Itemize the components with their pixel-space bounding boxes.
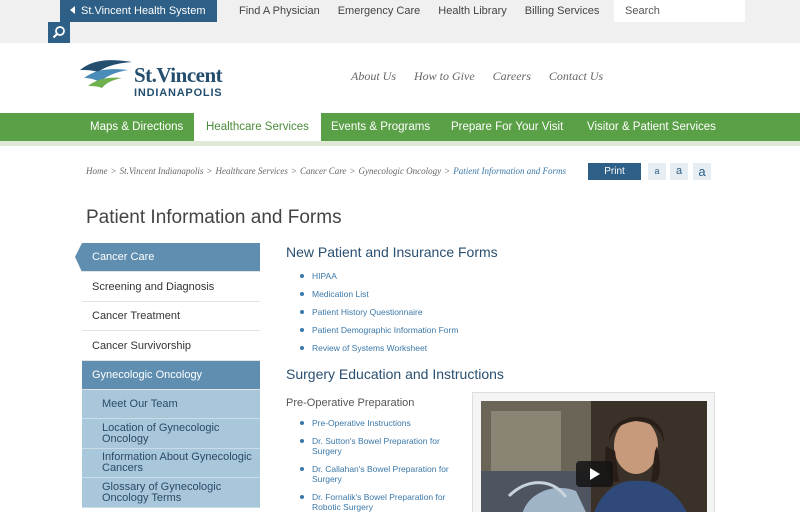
breadcrumb-cancer-care[interactable]: Cancer Care [300, 166, 346, 176]
link-hipaa[interactable]: HIPAA [300, 271, 458, 281]
nav-item-healthcare-services[interactable]: Healthcare Services [194, 113, 321, 143]
link-review-of-systems[interactable]: Review of Systems Worksheet [300, 343, 458, 353]
video-player[interactable] [481, 401, 707, 512]
main-nav: Maps & Directions Healthcare Services Ev… [0, 113, 800, 143]
health-system-label: St.Vincent Health System [81, 5, 206, 17]
print-button[interactable]: Print [588, 163, 641, 180]
link-medication-list[interactable]: Medication List [300, 289, 458, 299]
link-patient-demographic-form[interactable]: Patient Demographic Information Form [300, 325, 458, 335]
utility-bar: St.Vincent Health System Find A Physicia… [0, 0, 800, 43]
video-thumbnail [481, 401, 707, 512]
text-size-large-button[interactable]: a [693, 163, 711, 180]
logo-name: St.Vincent [134, 63, 223, 87]
subhead-pre-operative: Pre-Operative Preparation [286, 397, 415, 409]
dove-logo-icon [80, 60, 132, 88]
breadcrumb-separator: > [349, 166, 356, 176]
breadcrumb-gynecologic-oncology[interactable]: Gynecologic Oncology [358, 166, 441, 176]
breadcrumb-healthcare-services[interactable]: Healthcare Services [215, 166, 287, 176]
sidebar-item-meet-our-team[interactable]: Meet Our Team [82, 390, 260, 419]
util-link-billing-services[interactable]: Billing Services [516, 0, 609, 22]
nav-item-events-programs[interactable]: Events & Programs [331, 113, 430, 141]
sidebar-item-cancer-treatment[interactable]: Cancer Treatment [82, 302, 260, 331]
breadcrumb-current: Patient Information and Forms [453, 166, 566, 176]
search-input[interactable] [614, 0, 745, 22]
nav-item-visitor-patient-services[interactable]: Visitor & Patient Services [587, 113, 716, 141]
sidebar-item-cancer-care[interactable]: Cancer Care [75, 243, 260, 272]
sidebar-item-gynecologic-oncology[interactable]: Gynecologic Oncology [82, 361, 260, 390]
header-link-careers[interactable]: Careers [493, 69, 531, 84]
logo-subtitle: INDIANAPOLIS [134, 87, 223, 99]
link-fornalik-bowel-prep[interactable]: Dr. Fornalik's Bowel Preparation for Rob… [300, 492, 460, 512]
health-system-button[interactable]: St.Vincent Health System [60, 0, 217, 22]
link-pre-operative-instructions[interactable]: Pre-Operative Instructions [300, 418, 460, 428]
breadcrumb: Home > St.Vincent Indianapolis > Healthcare … [86, 166, 566, 177]
nav-item-maps-directions[interactable]: Maps & Directions [90, 113, 183, 141]
sidebar-item-location-gyn-oncology[interactable]: Location of Gynecologic Oncology [82, 419, 260, 449]
breadcrumb-st-vincent-indianapolis[interactable]: St.Vincent Indianapolis [120, 166, 204, 176]
breadcrumb-separator: > [290, 166, 297, 176]
breadcrumb-home[interactable]: Home [86, 166, 108, 176]
pre-operative-list: Pre-Operative Instructions Dr. Sutton's … [300, 418, 460, 512]
logo[interactable]: St.Vincent INDIANAPOLIS [78, 56, 223, 99]
link-callahan-bowel-prep[interactable]: Dr. Callahan's Bowel Preparation for Sur… [300, 464, 460, 484]
util-link-emergency-care[interactable]: Emergency Care [329, 0, 430, 22]
breadcrumb-separator: > [110, 166, 117, 176]
breadcrumb-separator: > [206, 166, 213, 176]
sidebar-item-info-gyn-cancers[interactable]: Information About Gynecologic Cancers [82, 449, 260, 478]
text-size-medium-button[interactable]: a [670, 163, 688, 180]
util-link-health-library[interactable]: Health Library [429, 0, 515, 22]
search-icon [52, 26, 65, 39]
link-patient-history-questionnaire[interactable]: Patient History Questionnaire [300, 307, 458, 317]
section-title-surgery-education: Surgery Education and Instructions [286, 366, 504, 382]
page-title: Patient Information and Forms [86, 207, 342, 228]
header-link-how-to-give[interactable]: How to Give [414, 69, 475, 84]
header-links: About Us How to Give Careers Contact Us [342, 69, 612, 84]
util-link-find-physician[interactable]: Find A Physician [230, 0, 329, 22]
video-frame [472, 392, 715, 512]
caret-left-icon [70, 6, 75, 14]
header-link-contact-us[interactable]: Contact Us [549, 69, 603, 84]
sidebar-item-screening-diagnosis[interactable]: Screening and Diagnosis [82, 272, 260, 302]
sidebar-nav: Cancer Care Screening and Diagnosis Canc… [75, 243, 260, 508]
text-size-small-button[interactable]: a [648, 163, 666, 180]
sidebar-item-glossary-gyn-oncology[interactable]: Glossary of Gynecologic Oncology Terms [82, 478, 260, 508]
link-sutton-bowel-prep[interactable]: Dr. Sutton's Bowel Preparation for Surge… [300, 436, 460, 456]
new-patient-forms-list: HIPAA Medication List Patient History Qu… [300, 271, 458, 353]
sidebar-item-cancer-survivorship[interactable]: Cancer Survivorship [82, 331, 260, 361]
nav-divider [0, 141, 800, 146]
play-icon[interactable] [576, 461, 613, 487]
header-link-about-us[interactable]: About Us [351, 69, 396, 84]
breadcrumb-separator: > [444, 166, 451, 176]
section-title-new-patient-forms: New Patient and Insurance Forms [286, 244, 498, 260]
search-button[interactable] [48, 22, 70, 43]
utility-links: Find A Physician Emergency Care Health L… [230, 0, 608, 22]
nav-item-prepare-visit[interactable]: Prepare For Your Visit [451, 113, 563, 141]
